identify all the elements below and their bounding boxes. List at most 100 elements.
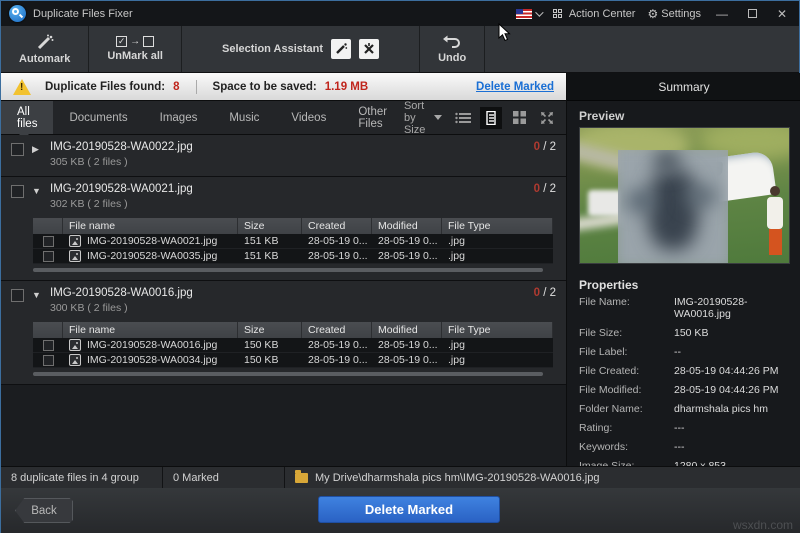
group-marked-count: 0 / 2 <box>534 287 556 299</box>
file-checkbox[interactable] <box>43 251 54 262</box>
status-duplicates-count: 8 duplicate files in 4 group <box>1 467 163 488</box>
blurred-region <box>618 150 728 264</box>
settings-button[interactable]: ⚙ Settings <box>647 7 701 21</box>
language-flag-selector[interactable] <box>516 9 541 19</box>
wand-icon <box>334 42 348 56</box>
property-row: File Name:IMG-20190528-WA0016.jpg <box>579 296 789 320</box>
unmark-all-button[interactable]: ✓ → UnMark all <box>89 26 182 72</box>
mouse-cursor <box>498 23 511 42</box>
group-row[interactable]: ▼ IMG-20190528-WA0016.jpg 300 KB ( 2 fil… <box>1 281 566 385</box>
tab-videos[interactable]: Videos <box>275 101 342 134</box>
duplicates-found-label: Duplicate Files found: <box>45 81 165 93</box>
back-button[interactable]: Back <box>15 498 73 523</box>
col-modified: Modified <box>372 218 442 234</box>
magic-wand-icon <box>35 34 55 50</box>
group-files-table: File name Size Created Modified File Typ… <box>33 322 553 368</box>
tab-images[interactable]: Images <box>144 101 214 134</box>
grid-view-button[interactable] <box>508 107 530 129</box>
selection-assistant-section: Selection Assistant <box>182 26 420 72</box>
fullscreen-button[interactable] <box>536 107 558 129</box>
collapse-arrow-icon[interactable]: ▶ <box>32 144 42 155</box>
undo-button[interactable]: Undo <box>420 26 485 72</box>
tab-music[interactable]: Music <box>213 101 275 134</box>
warning-icon: ! <box>13 79 31 95</box>
group-checkbox[interactable] <box>11 143 24 156</box>
maximize-button[interactable] <box>743 7 761 21</box>
summary-panel-title: Summary <box>567 73 800 101</box>
results-pane: ! Duplicate Files found: 8 Space to be s… <box>1 73 566 466</box>
table-header-row: File name Size Created Modified File Typ… <box>33 218 553 234</box>
col-file-type: File Type <box>442 322 553 338</box>
close-button[interactable]: ✕ <box>773 7 791 21</box>
action-center-button[interactable]: Action Center <box>553 8 636 20</box>
file-checkbox[interactable] <box>43 236 54 247</box>
divider <box>196 80 197 94</box>
status-selected-path: My Drive\dharmshala pics hm\IMG-20190528… <box>285 467 800 488</box>
property-row: File Size:150 KB <box>579 327 789 339</box>
table-header-row: File name Size Created Modified File Typ… <box>33 322 553 338</box>
summary-warning-bar: ! Duplicate Files found: 8 Space to be s… <box>1 73 566 101</box>
group-checkbox[interactable] <box>11 289 24 302</box>
selection-assistant-wand-button[interactable] <box>331 39 351 59</box>
group-marked-count: 0 / 2 <box>534 141 556 153</box>
chevron-down-icon <box>535 8 543 16</box>
status-marked-count: 0 Marked <box>163 467 285 488</box>
undo-icon <box>442 35 462 49</box>
properties-list: File Name:IMG-20190528-WA0016.jpg File S… <box>567 296 800 481</box>
group-size-info: 305 KB ( 2 files ) <box>50 156 193 168</box>
property-row: Folder Name:dharmshala pics hm <box>579 403 789 415</box>
file-row[interactable]: IMG-20190528-WA0034.jpg 150 KB 28-05-19 … <box>33 353 553 368</box>
col-created: Created <box>302 218 372 234</box>
group-filename: IMG-20190528-WA0022.jpg <box>50 141 193 153</box>
image-file-icon <box>69 339 81 351</box>
status-bar: 8 duplicate files in 4 group 0 Marked My… <box>1 466 800 488</box>
expand-arrows-icon <box>540 111 554 125</box>
expand-arrow-icon[interactable]: ▼ <box>32 186 42 196</box>
folder-icon <box>295 473 308 483</box>
file-checkbox[interactable] <box>43 340 54 351</box>
app-window: Duplicate Files Fixer Action Center ⚙ Se… <box>0 0 800 533</box>
group-marked-count: 0 / 2 <box>534 183 556 195</box>
space-saved-value: 1.19 MB <box>325 81 368 93</box>
delete-marked-button[interactable]: Delete Marked <box>318 496 500 523</box>
sort-by-dropdown[interactable]: Sort by Size <box>404 101 452 134</box>
file-checkbox[interactable] <box>43 355 54 366</box>
footer-bar: Back Delete Marked wsxdn.com <box>1 488 800 533</box>
automark-button[interactable]: Automark <box>1 26 89 72</box>
summary-panel: Summary Preview Properties File Name:IMG… <box>566 73 800 466</box>
group-row[interactable]: ▶ IMG-20190528-WA0022.jpg 305 KB ( 2 fil… <box>1 135 566 177</box>
col-size: Size <box>238 218 302 234</box>
property-row: File Modified:28-05-19 04:44:26 PM <box>579 384 789 396</box>
property-row: Rating:--- <box>579 422 789 434</box>
maximize-icon <box>748 9 757 18</box>
list-view-button[interactable] <box>452 107 474 129</box>
file-type-tabbar: All files Documents Images Music Videos … <box>1 101 566 135</box>
grid-view-icon <box>513 111 526 124</box>
file-row[interactable]: IMG-20190528-WA0016.jpg 150 KB 28-05-19 … <box>33 338 553 353</box>
group-filename: IMG-20190528-WA0021.jpg <box>50 183 193 195</box>
unmark-all-icon: ✓ → <box>116 36 154 47</box>
horizontal-scrollbar[interactable] <box>33 372 543 376</box>
delete-marked-link[interactable]: Delete Marked <box>476 81 554 93</box>
gear-icon: ⚙ <box>647 7 658 21</box>
property-row: File Label:-- <box>579 346 789 358</box>
group-checkbox[interactable] <box>11 185 24 198</box>
file-row[interactable]: IMG-20190528-WA0021.jpg 151 KB 28-05-19 … <box>33 234 553 249</box>
properties-title: Properties <box>567 264 800 296</box>
file-row[interactable]: IMG-20190528-WA0035.jpg 151 KB 28-05-19 … <box>33 249 553 264</box>
minimize-button[interactable]: — <box>713 7 731 21</box>
image-file-icon <box>69 250 81 262</box>
tab-all-files[interactable]: All files <box>1 101 53 134</box>
duplicates-found-value: 8 <box>173 81 179 93</box>
expand-arrow-icon[interactable]: ▼ <box>32 290 42 300</box>
horizontal-scrollbar[interactable] <box>33 268 543 272</box>
col-size: Size <box>238 322 302 338</box>
detail-view-button[interactable] <box>480 107 502 129</box>
selection-assistant-tools-button[interactable] <box>359 39 379 59</box>
group-row[interactable]: ▼ IMG-20190528-WA0021.jpg 302 KB ( 2 fil… <box>1 177 566 281</box>
title-bar: Duplicate Files Fixer Action Center ⚙ Se… <box>1 1 799 26</box>
tab-documents[interactable]: Documents <box>53 101 143 134</box>
tab-other-files[interactable]: Other Files <box>342 101 404 134</box>
col-file-name: File name <box>63 218 238 234</box>
image-file-icon <box>69 354 81 366</box>
